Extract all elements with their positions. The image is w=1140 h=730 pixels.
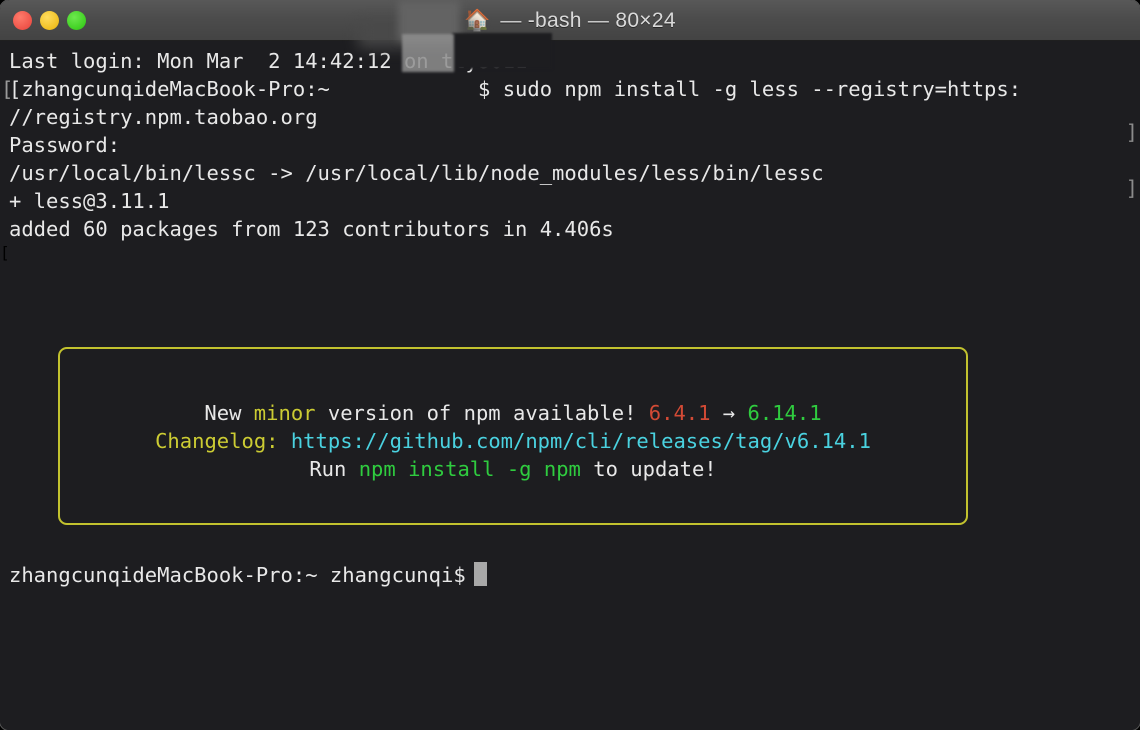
password-prompt-text: Password: [9, 133, 121, 157]
minimize-button[interactable] [40, 11, 59, 30]
terminal-line-password: Password: [0, 131, 1140, 159]
text-cursor [473, 562, 487, 586]
last-login-text: Last login: Mon Mar 2 14:42:12 on ttys01… [9, 49, 528, 73]
traffic-light-buttons [13, 11, 86, 30]
terminal-prompt-line[interactable]: zhangcunqideMacBook-Pro:~ zhangcunqi$ [0, 561, 487, 589]
install-summary-text: added 60 packages from 123 contributors … [9, 217, 614, 241]
npm-notice-version-line: New minor version of npm available! 6.4.… [60, 399, 966, 427]
npm-notice-minor-label: minor [253, 401, 316, 425]
right-edge-bracket-1: ] [1125, 120, 1138, 144]
title-bar-center: 🏠 — -bash — 80×24 [0, 0, 1140, 41]
command-text: $ sudo npm install -g less --registry=ht… [478, 77, 1022, 101]
npm-update-notice-box: New minor version of npm available! 6.4.… [58, 347, 968, 525]
npm-notice-run-label: Run [309, 457, 359, 481]
terminal-line-symlink: /usr/local/bin/lessc -> /usr/local/lib/n… [0, 159, 1140, 187]
command-prompt-host: [zhangcunqideMacBook-Pro:~ [9, 77, 330, 101]
package-version-text: + less@3.11.1 [9, 189, 170, 213]
terminal-line-last-login: Last login: Mon Mar 2 14:42:12 on ttys01… [0, 47, 1140, 75]
registry-url-text: //registry.npm.taobao.org [9, 105, 318, 129]
npm-notice-new-label: New [204, 401, 254, 425]
window-title: — -bash — 80×24 [500, 8, 676, 32]
npm-notice-changelog-line: Changelog: https://github.com/npm/cli/re… [60, 427, 966, 455]
shell-prompt-text: zhangcunqideMacBook-Pro:~ zhangcunqi$ [9, 563, 466, 587]
terminal-line-registry: //registry.npm.taobao.org [0, 103, 1140, 131]
terminal-output-area[interactable]: Last login: Mon Mar 2 14:42:12 on ttys01… [0, 41, 1140, 730]
arrow-right-icon: → [710, 401, 748, 425]
terminal-line-command: [zhangcunqideMacBook-Pro:~ $ sudo npm in… [0, 75, 1140, 103]
terminal-line-summary: added 60 packages from 123 contributors … [0, 215, 1140, 243]
npm-notice-run-line: Run npm install -g npm to update! [60, 455, 966, 483]
terminal-line-package-version: + less@3.11.1 [0, 187, 1140, 215]
right-edge-bracket-2: ] [1125, 176, 1138, 200]
window-title-bar[interactable]: 🏠 — -bash — 80×24 [0, 0, 1140, 41]
close-button[interactable] [13, 11, 32, 30]
terminal-window: 🏠 — -bash — 80×24 Last login: Mon Mar 2 … [0, 0, 1140, 730]
house-icon: 🏠 [464, 8, 491, 32]
left-bracket-artifact-2: [ [0, 243, 10, 262]
npm-notice-update-command: npm install -g npm [358, 457, 581, 481]
npm-notice-new-version: 6.14.1 [747, 401, 822, 425]
left-bracket-artifact-1: [ [1, 77, 14, 101]
npm-notice-current-version: 6.4.1 [648, 401, 711, 425]
npm-notice-changelog-url[interactable]: https://github.com/npm/cli/releases/tag/… [291, 429, 871, 453]
npm-notice-available-text: version of npm available! [315, 401, 649, 425]
npm-notice-to-update-text: to update! [580, 457, 717, 481]
zoom-button[interactable] [67, 11, 86, 30]
npm-notice-changelog-label: Changelog: [155, 429, 291, 453]
symlink-text: /usr/local/bin/lessc -> /usr/local/lib/n… [9, 161, 824, 185]
